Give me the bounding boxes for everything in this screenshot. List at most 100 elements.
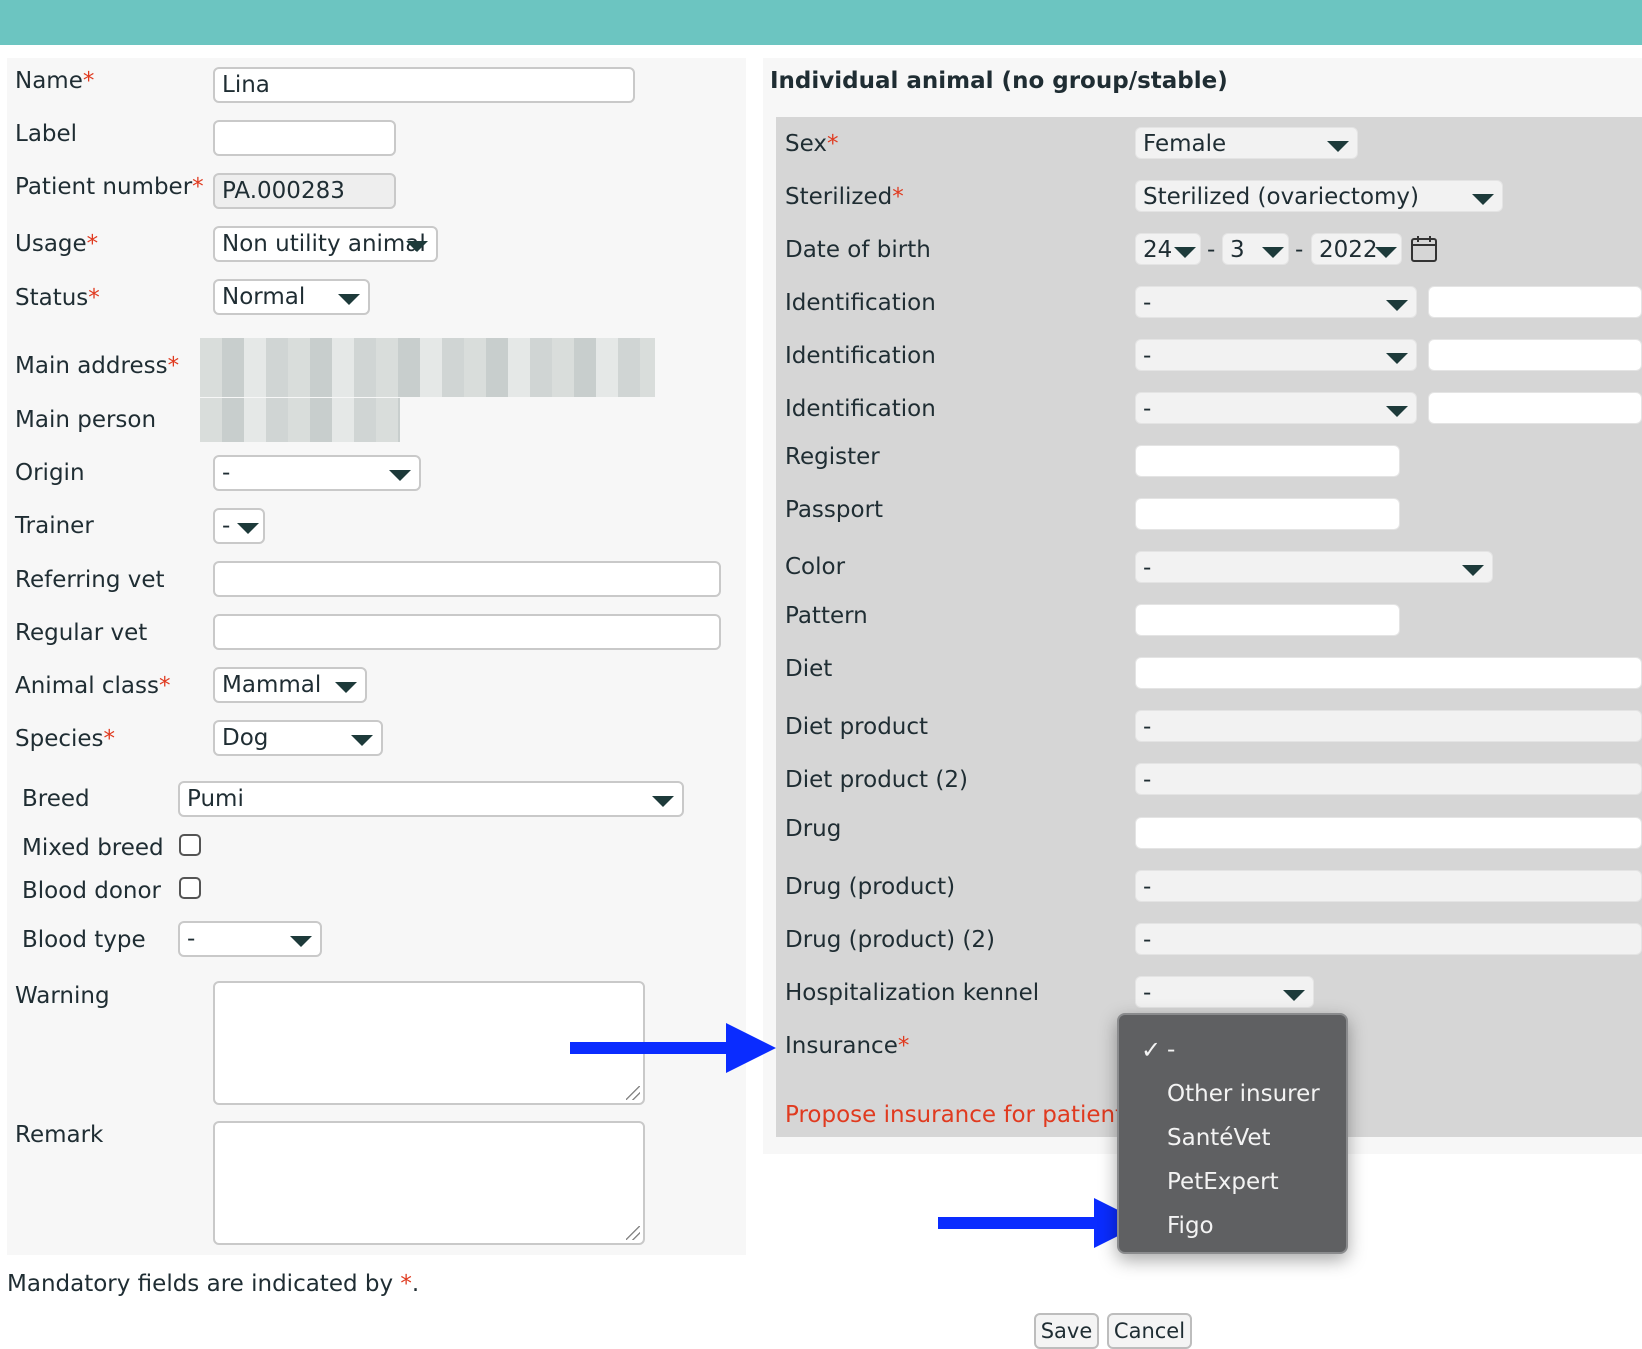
label-input[interactable] [213,120,396,156]
dob-year-select[interactable]: 2022 [1311,233,1402,265]
animal-class-label: Animal class* [15,673,171,699]
drug-product-2-label: Drug (product) (2) [785,927,995,953]
dob-separator: - [1207,237,1216,263]
dob-day-select[interactable]: 24 [1135,233,1201,265]
sex-value: Female [1143,131,1227,157]
propose-insurance-link[interactable]: Propose insurance for patient [785,1101,1124,1129]
trainer-value: - [222,513,231,539]
pattern-input[interactable] [1135,604,1400,636]
chevron-down-icon [1386,406,1408,417]
identification-type-value: - [1143,343,1152,369]
section-title: Individual animal (no group/stable) [770,68,1228,94]
name-label: Name* [15,68,95,94]
origin-value: - [222,460,231,486]
drug-product-2-select[interactable]: - [1135,923,1642,955]
main-person-label: Main person [15,407,157,433]
register-input[interactable] [1135,445,1400,477]
identification-type-value: - [1143,290,1152,316]
checkmark-icon: ✓ [1141,1036,1162,1064]
referring-vet-input[interactable] [213,561,721,597]
usage-select[interactable]: Non utility animal [213,226,438,262]
breed-select[interactable]: Pumi [178,781,684,817]
insurance-option-none[interactable]: - [1167,1035,1175,1065]
calendar-icon[interactable] [1410,234,1438,264]
chevron-down-icon [652,796,674,807]
diet-product-2-label: Diet product (2) [785,767,968,793]
resize-handle-icon[interactable] [626,1226,640,1240]
status-select[interactable]: Normal [213,279,370,315]
chevron-down-icon [1327,141,1349,152]
sterilized-label: Sterilized* [785,184,904,210]
name-input[interactable]: Lina [213,67,635,103]
species-select[interactable]: Dog [213,720,383,756]
drug-label: Drug [785,816,842,842]
chevron-down-icon [1174,247,1196,258]
usage-label: Usage* [15,231,99,257]
hospitalization-kennel-select[interactable]: - [1135,976,1314,1008]
chevron-down-icon [1386,300,1408,311]
hospitalization-kennel-label: Hospitalization kennel [785,980,1040,1006]
chevron-down-icon [1375,247,1397,258]
sex-label: Sex* [785,131,839,157]
insurance-dropdown-menu[interactable]: ✓ - Other insurer SantéVet PetExpert Fig… [1117,1013,1348,1254]
drug-product-2-value: - [1143,927,1152,953]
status-label: Status* [15,285,100,311]
passport-label: Passport [785,497,884,523]
origin-select[interactable]: - [213,455,421,491]
animal-class-select[interactable]: Mammal [213,667,367,703]
dob-month-select[interactable]: 3 [1222,233,1289,265]
diet-input[interactable] [1135,657,1642,689]
insurance-option-other-insurer[interactable]: Other insurer [1167,1079,1320,1109]
insurance-option-figo[interactable]: Figo [1167,1211,1214,1241]
identification-type-select-2[interactable]: - [1135,339,1417,371]
diet-product-select[interactable]: - [1135,710,1642,742]
hospitalization-kennel-value: - [1143,980,1152,1006]
trainer-select[interactable]: - [213,508,265,544]
top-bar [0,0,1642,45]
patient-number-input: PA.000283 [213,173,396,209]
identification-number-input-2[interactable] [1428,339,1642,371]
chevron-down-icon [338,294,360,305]
regular-vet-input[interactable] [213,614,721,650]
drug-product-select[interactable]: - [1135,870,1642,902]
chevron-down-icon [290,936,312,947]
main-address-redacted [200,338,655,397]
sex-select[interactable]: Female [1135,127,1358,159]
species-value: Dog [222,725,269,751]
insurance-option-santevet[interactable]: SantéVet [1167,1123,1271,1153]
blood-donor-label: Blood donor [22,878,161,904]
blood-type-label: Blood type [22,927,146,953]
identification-number-input-1[interactable] [1428,286,1642,318]
identification-number-input-3[interactable] [1428,392,1642,424]
mixed-breed-checkbox[interactable] [179,834,201,856]
chevron-down-icon [1262,247,1284,258]
identification-type-select-3[interactable]: - [1135,392,1417,424]
main-address-label: Main address* [15,353,180,379]
cancel-button[interactable]: Cancel [1107,1313,1192,1349]
identification-type-select-1[interactable]: - [1135,286,1417,318]
animal-class-value: Mammal [222,672,322,698]
identification-label-2: Identification [785,343,936,369]
blood-donor-checkbox[interactable] [179,877,201,899]
annotation-arrow-icon [726,1023,776,1073]
save-button[interactable]: Save [1034,1313,1099,1349]
passport-input[interactable] [1135,498,1400,530]
sterilized-select[interactable]: Sterilized (ovariectomy) [1135,180,1503,212]
main-person-redacted [200,398,400,442]
warning-label: Warning [15,983,110,1009]
drug-input[interactable] [1135,817,1642,849]
origin-label: Origin [15,460,85,486]
diet-product-2-select[interactable]: - [1135,763,1642,795]
status-value: Normal [222,284,306,310]
remark-textarea[interactable] [213,1121,645,1245]
pattern-label: Pattern [785,603,868,629]
mandatory-note: Mandatory fields are indicated by *. [7,1271,420,1297]
chevron-down-icon [1386,353,1408,364]
species-label: Species* [15,726,116,752]
chevron-down-icon [1472,194,1494,205]
blood-type-select[interactable]: - [178,921,322,957]
color-select[interactable]: - [1135,551,1493,583]
register-label: Register [785,444,880,470]
resize-handle-icon[interactable] [626,1086,640,1100]
insurance-option-petexpert[interactable]: PetExpert [1167,1167,1279,1197]
